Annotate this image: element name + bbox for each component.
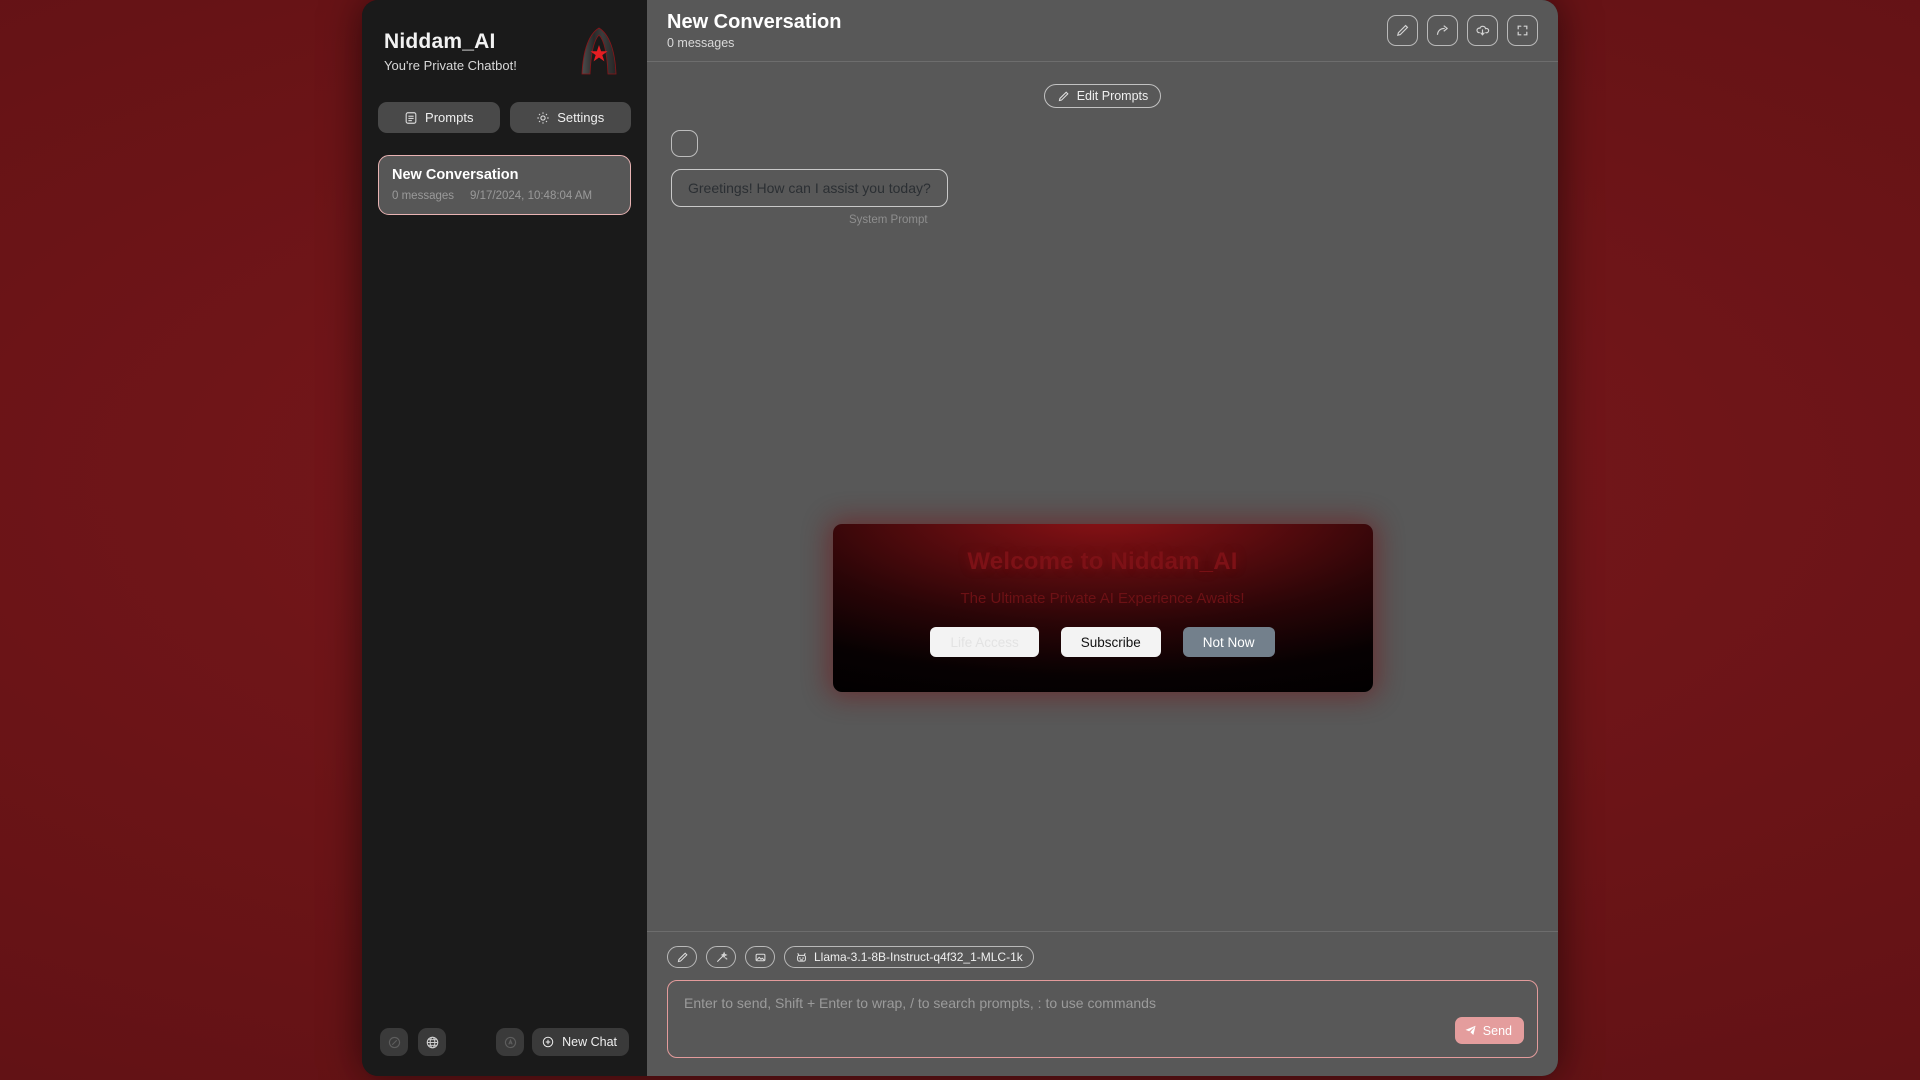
pencil-icon bbox=[676, 951, 689, 964]
gear-icon bbox=[536, 111, 550, 125]
fullscreen-button[interactable] bbox=[1507, 15, 1538, 46]
globe-button[interactable] bbox=[418, 1028, 446, 1056]
pencil-icon bbox=[1057, 90, 1070, 103]
robot-icon bbox=[795, 951, 808, 964]
cloud-download-icon bbox=[1475, 23, 1490, 38]
image-icon bbox=[754, 951, 767, 964]
message-count: 0 messages bbox=[667, 36, 841, 50]
new-chat-button[interactable]: New Chat bbox=[532, 1028, 629, 1056]
edit-conversation-button[interactable] bbox=[1387, 15, 1418, 46]
expand-fullscreen-icon bbox=[1515, 23, 1530, 38]
edit-chip[interactable] bbox=[667, 946, 697, 968]
new-chat-label: New Chat bbox=[562, 1035, 617, 1049]
document-lines-icon bbox=[404, 111, 418, 125]
brand-header: Niddam_AI You're Private Chatbot! bbox=[378, 18, 631, 78]
hooded-figure-star-logo-icon bbox=[577, 26, 621, 78]
prompts-button[interactable]: Prompts bbox=[378, 102, 500, 133]
system-prompt-label: System Prompt bbox=[671, 214, 1558, 226]
not-now-button[interactable]: Not Now bbox=[1183, 627, 1275, 657]
account-circle-button[interactable] bbox=[496, 1028, 524, 1056]
settings-button-label: Settings bbox=[557, 110, 604, 125]
send-button[interactable]: Send bbox=[1455, 1017, 1524, 1044]
composer: Llama-3.1-8B-Instruct-q4f32_1-MLC-1k Sen… bbox=[647, 931, 1558, 1076]
composer-chip-row: Llama-3.1-8B-Instruct-q4f32_1-MLC-1k bbox=[667, 946, 1538, 968]
download-conversation-button[interactable] bbox=[1467, 15, 1498, 46]
share-arrow-icon bbox=[1435, 23, 1450, 38]
sidebar: Niddam_AI You're Private Chatbot! bbox=[362, 0, 647, 1076]
chat-input-wrapper: Send bbox=[667, 980, 1538, 1058]
cancel-circle-button[interactable] bbox=[380, 1028, 408, 1056]
edit-prompts-label: Edit Prompts bbox=[1077, 89, 1149, 103]
conversation-header-text: New Conversation 0 messages bbox=[667, 11, 841, 50]
conversation-list: New Conversation 0 messages 9/17/2024, 1… bbox=[378, 155, 631, 1028]
enhance-chip[interactable] bbox=[706, 946, 736, 968]
brand-tagline: You're Private Chatbot! bbox=[384, 58, 517, 73]
conversation-timestamp: 9/17/2024, 10:48:04 AM bbox=[470, 190, 592, 202]
chat-area: Edit Prompts Greetings! How can I assist… bbox=[647, 62, 1558, 931]
model-selector[interactable]: Llama-3.1-8B-Instruct-q4f32_1-MLC-1k bbox=[784, 946, 1034, 968]
system-message-block: Greetings! How can I assist you today? S… bbox=[647, 130, 1558, 226]
pencil-icon bbox=[1395, 23, 1410, 38]
edit-prompts-button[interactable]: Edit Prompts bbox=[1044, 84, 1162, 108]
brand-name: Niddam_AI bbox=[384, 30, 517, 54]
list-item[interactable]: New Conversation 0 messages 9/17/2024, 1… bbox=[378, 155, 631, 215]
conversation-message-count: 0 messages bbox=[392, 190, 454, 202]
paper-plane-icon bbox=[1464, 1024, 1477, 1037]
welcome-title: Welcome to Niddam_AI bbox=[967, 548, 1237, 576]
plus-circle-icon bbox=[541, 1035, 555, 1049]
main-panel: New Conversation 0 messages bbox=[647, 0, 1558, 1076]
settings-button[interactable]: Settings bbox=[510, 102, 632, 133]
avatar bbox=[671, 130, 698, 157]
account-circle-icon bbox=[503, 1035, 518, 1050]
conversation-title: New Conversation bbox=[392, 167, 617, 183]
sidebar-footer: New Chat bbox=[378, 1028, 631, 1062]
welcome-modal: Welcome to Niddam_AI The Ultimate Privat… bbox=[833, 524, 1373, 692]
globe-icon bbox=[425, 1035, 440, 1050]
prompts-button-label: Prompts bbox=[425, 110, 473, 125]
magic-wand-icon bbox=[715, 951, 728, 964]
header-actions bbox=[1387, 15, 1538, 46]
edit-prompts-row: Edit Prompts bbox=[647, 84, 1558, 108]
welcome-subtitle: The Ultimate Private AI Experience Await… bbox=[960, 590, 1244, 607]
share-conversation-button[interactable] bbox=[1427, 15, 1458, 46]
app-window: Niddam_AI You're Private Chatbot! bbox=[362, 0, 1558, 1076]
search-input[interactable] bbox=[668, 981, 1537, 1057]
system-message-bubble[interactable]: Greetings! How can I assist you today? bbox=[671, 169, 948, 207]
cancel-circle-icon bbox=[387, 1035, 402, 1050]
welcome-actions: Life Access Subscribe Not Now bbox=[930, 627, 1274, 657]
send-label: Send bbox=[1483, 1024, 1512, 1038]
model-name: Llama-3.1-8B-Instruct-q4f32_1-MLC-1k bbox=[814, 950, 1023, 964]
subscribe-button[interactable]: Subscribe bbox=[1061, 627, 1161, 657]
life-access-button[interactable]: Life Access bbox=[930, 627, 1038, 657]
sidebar-action-buttons: Prompts Settings bbox=[378, 102, 631, 133]
page-title: New Conversation bbox=[667, 11, 841, 33]
image-chip[interactable] bbox=[745, 946, 775, 968]
conversation-header: New Conversation 0 messages bbox=[647, 0, 1558, 62]
